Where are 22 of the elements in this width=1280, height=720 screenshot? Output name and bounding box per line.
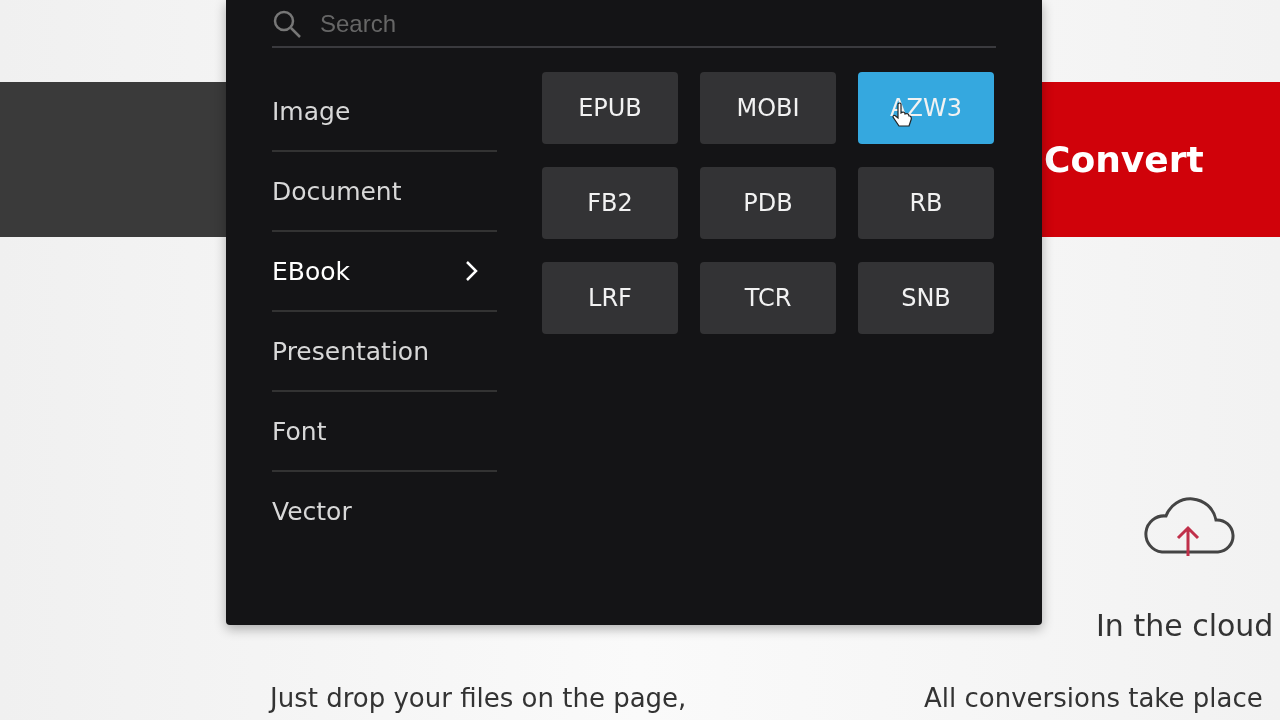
- cloud-upload-icon: [1142, 494, 1238, 558]
- convert-button[interactable]: Convert: [1040, 82, 1280, 237]
- search-field[interactable]: Search: [320, 10, 720, 38]
- format-button[interactable]: MOBI: [700, 72, 836, 144]
- format-button[interactable]: FB2: [542, 167, 678, 239]
- category-item[interactable]: EBook: [272, 232, 497, 312]
- feature-text: Just drop your files on the page,: [270, 683, 688, 713]
- search-icon: [272, 9, 302, 39]
- format-button[interactable]: SNB: [858, 262, 994, 334]
- feature-text: All conversions take place: [924, 683, 1264, 713]
- category-item[interactable]: Vector: [272, 472, 497, 550]
- category-item[interactable]: Document: [272, 152, 497, 232]
- format-button[interactable]: EPUB: [542, 72, 678, 144]
- format-button[interactable]: LRF: [542, 262, 678, 334]
- feature-title: In the cloud: [1096, 608, 1275, 643]
- chevron-right-icon: [465, 260, 479, 282]
- format-button[interactable]: RB: [858, 167, 994, 239]
- format-button[interactable]: TCR: [700, 262, 836, 334]
- category-item[interactable]: Image: [272, 72, 497, 152]
- category-item[interactable]: Font: [272, 392, 497, 472]
- category-item[interactable]: Presentation: [272, 312, 497, 392]
- format-button[interactable]: PDB: [700, 167, 836, 239]
